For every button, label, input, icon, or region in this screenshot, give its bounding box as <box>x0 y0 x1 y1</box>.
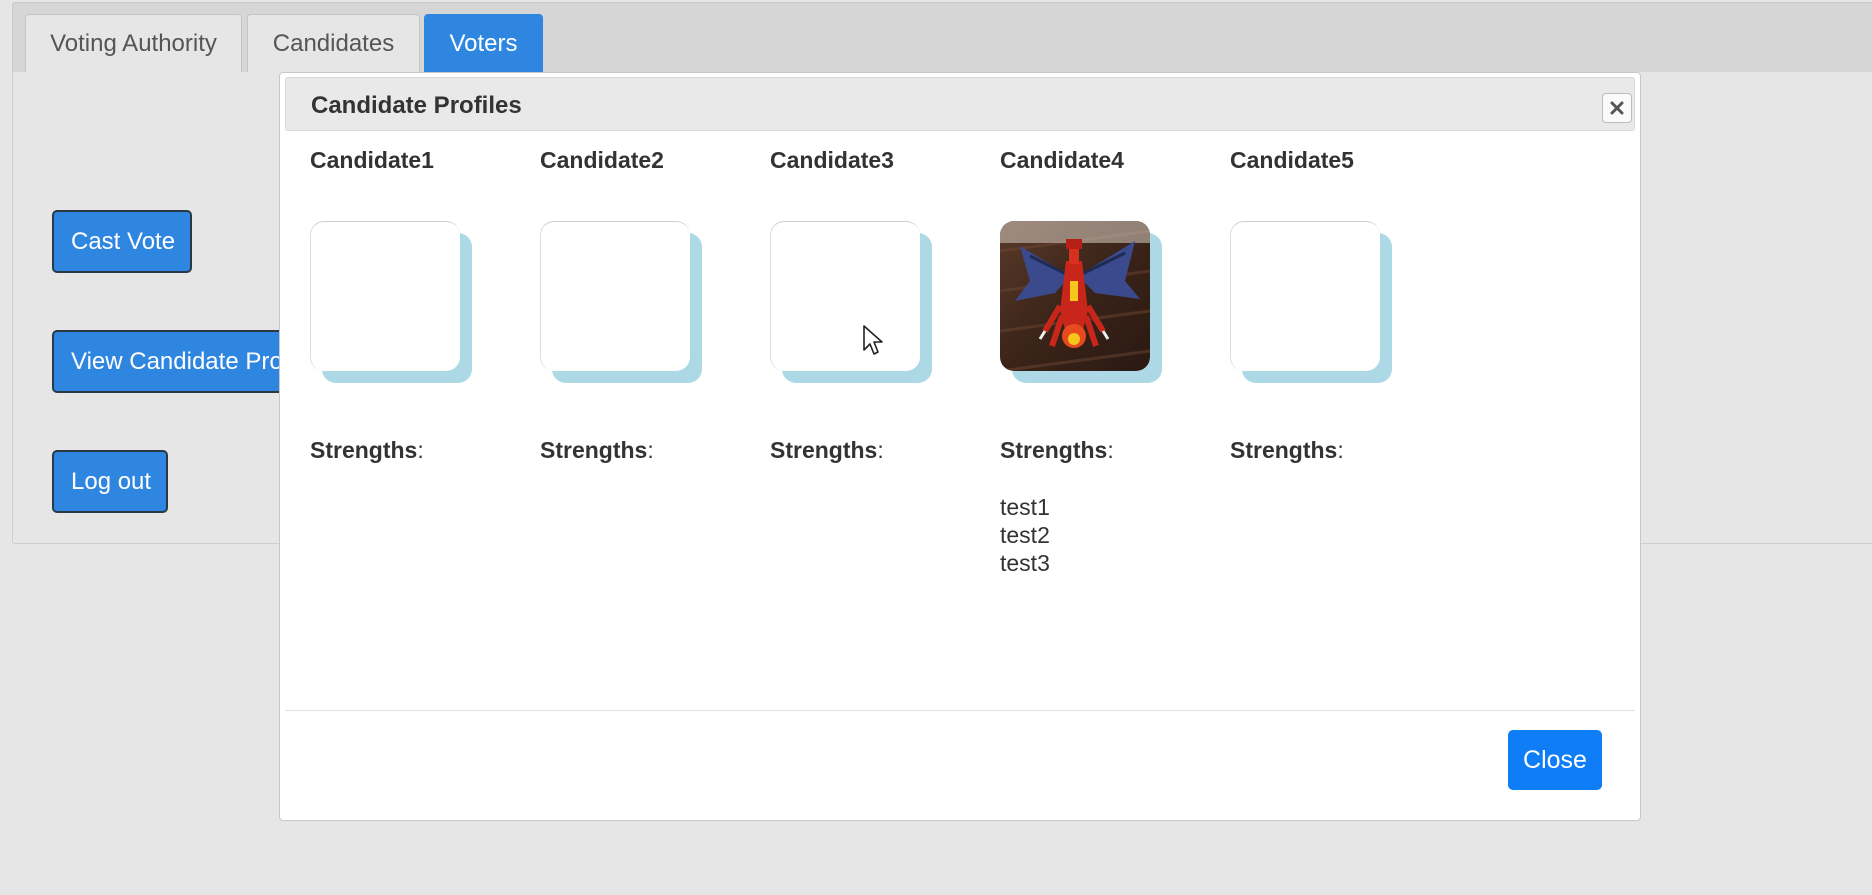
candidate-photo-frame <box>310 221 472 383</box>
candidate-name: Candidate2 <box>540 147 664 173</box>
button-label: Log out <box>71 467 152 495</box>
strengths-heading: Strengths <box>540 437 648 463</box>
candidate-name: Candidate5 <box>1230 147 1354 173</box>
candidate-photo <box>1230 221 1380 371</box>
tab-label: Voting Authority <box>50 29 217 57</box>
candidate-photo <box>1000 221 1150 371</box>
candidate-name: Candidate1 <box>310 147 434 173</box>
tab-label: Voters <box>449 29 518 57</box>
cast-vote-button[interactable]: Cast Vote <box>52 210 192 273</box>
strengths-label: Strengths: <box>1000 437 1114 463</box>
strengths-label: Strengths: <box>540 437 654 463</box>
button-label: View Candidate Profiles <box>71 347 302 375</box>
strengths-heading: Strengths <box>1000 437 1108 463</box>
mouse-cursor-icon <box>863 325 883 355</box>
strength-item: test2 <box>1000 522 1050 548</box>
strengths-heading: Strengths <box>770 437 878 463</box>
tab-voters[interactable]: Voters <box>424 14 543 72</box>
button-label: Cast Vote <box>71 227 176 255</box>
candidate-profiles-modal: Candidate Profiles Candidate1 Strengths:… <box>279 72 1641 821</box>
button-label: Close <box>1523 745 1587 774</box>
strengths-heading: Strengths <box>310 437 418 463</box>
candidate-photo-frame <box>540 221 702 383</box>
candidate-photo-frame <box>1230 221 1392 383</box>
tab-label: Candidates <box>272 29 395 57</box>
modal-footer-divider <box>285 710 1635 711</box>
tab-candidates[interactable]: Candidates <box>247 14 420 72</box>
view-candidate-profiles-button[interactable]: View Candidate Profiles <box>52 330 302 393</box>
candidate-photo <box>540 221 690 371</box>
strengths-list: test1 test2 test3 <box>1000 493 1050 577</box>
candidate-name: Candidate3 <box>770 147 894 173</box>
strengths-label: Strengths: <box>770 437 884 463</box>
close-icon <box>1610 101 1624 115</box>
dragon-photo <box>1000 221 1150 371</box>
log-out-button[interactable]: Log out <box>52 450 168 513</box>
strengths-label: Strengths: <box>1230 437 1344 463</box>
strength-item: test3 <box>1000 550 1050 576</box>
strengths-label: Strengths: <box>310 437 424 463</box>
close-button[interactable]: Close <box>1508 730 1602 790</box>
candidate-photo-frame <box>1000 221 1162 383</box>
candidate-photo <box>310 221 460 371</box>
candidate-photo <box>770 221 920 371</box>
candidate-photo-frame <box>770 221 932 383</box>
candidate-name: Candidate4 <box>1000 147 1124 173</box>
tab-voting-authority[interactable]: Voting Authority <box>25 14 242 72</box>
modal-title: Candidate Profiles <box>311 92 522 119</box>
modal-header: Candidate Profiles <box>285 77 1635 131</box>
strength-item: test1 <box>1000 494 1050 520</box>
strengths-heading: Strengths <box>1230 437 1338 463</box>
modal-close-x-button[interactable] <box>1602 93 1632 123</box>
